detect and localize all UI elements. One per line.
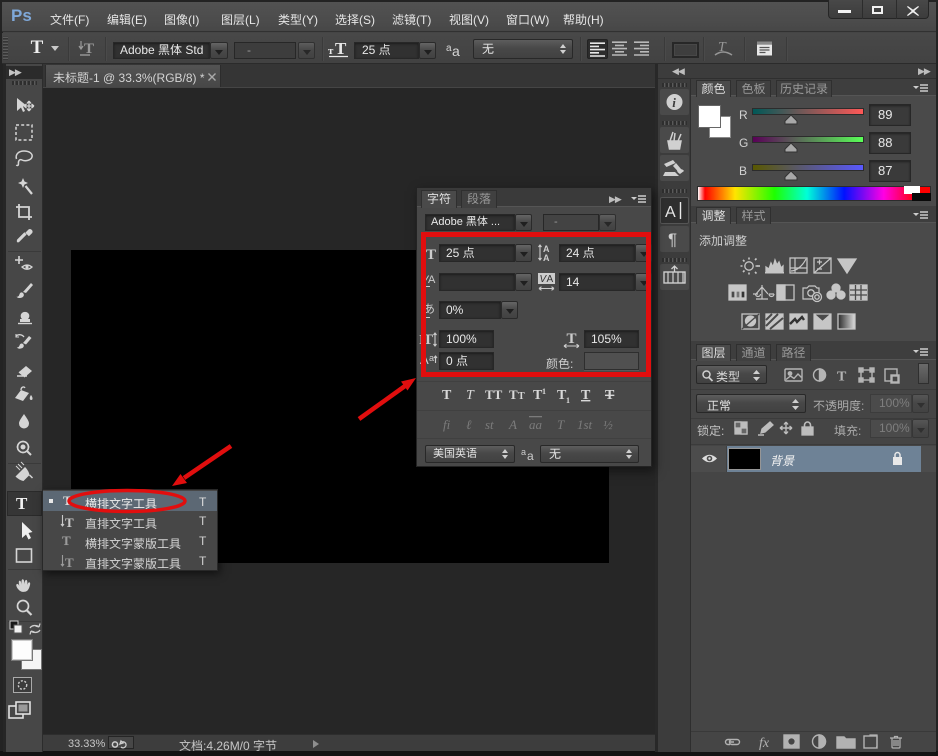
svg-text:T: T — [837, 370, 847, 385]
svg-text:A: A — [428, 274, 436, 286]
svg-text:fx: fx — [759, 736, 770, 751]
svg-text:T: T — [567, 331, 577, 347]
svg-text:T: T — [16, 494, 28, 513]
svg-text:A: A — [508, 417, 517, 432]
svg-text:T: T — [466, 388, 475, 403]
svg-text:T: T — [65, 515, 74, 530]
svg-text:1: 1 — [566, 396, 570, 405]
svg-text:T: T — [509, 387, 518, 402]
svg-text:¶: ¶ — [668, 230, 677, 249]
svg-text:あ: あ — [423, 302, 435, 316]
svg-text:T: T — [518, 391, 525, 402]
svg-text:A: A — [420, 352, 429, 367]
svg-text:T: T — [65, 555, 74, 570]
svg-text:T: T — [335, 39, 347, 58]
svg-text:st: st — [485, 417, 494, 432]
svg-text:a: a — [527, 449, 534, 462]
svg-text:aa: aa — [529, 417, 543, 432]
svg-text:a: a — [452, 43, 460, 59]
svg-text:T: T — [557, 417, 565, 432]
svg-text:1st: 1st — [577, 417, 593, 432]
svg-text:½: ½ — [603, 417, 613, 432]
svg-text:A: A — [665, 204, 676, 221]
svg-text:i: i — [672, 95, 676, 110]
svg-text:т: т — [328, 45, 334, 57]
svg-text:T: T — [426, 247, 436, 263]
svg-text:T: T — [581, 388, 591, 403]
svg-text:T: T — [442, 388, 452, 403]
svg-text:T: T — [605, 388, 615, 403]
svg-text:A: A — [547, 274, 554, 285]
svg-text:T: T — [423, 332, 433, 348]
svg-text:fi: fi — [443, 417, 451, 432]
svg-text:a: a — [521, 447, 526, 457]
svg-text:a: a — [429, 353, 434, 363]
svg-text:TT: TT — [485, 387, 503, 402]
svg-text:ℓ: ℓ — [466, 417, 472, 432]
svg-text:1: 1 — [542, 387, 546, 396]
svg-text:A: A — [543, 253, 550, 263]
